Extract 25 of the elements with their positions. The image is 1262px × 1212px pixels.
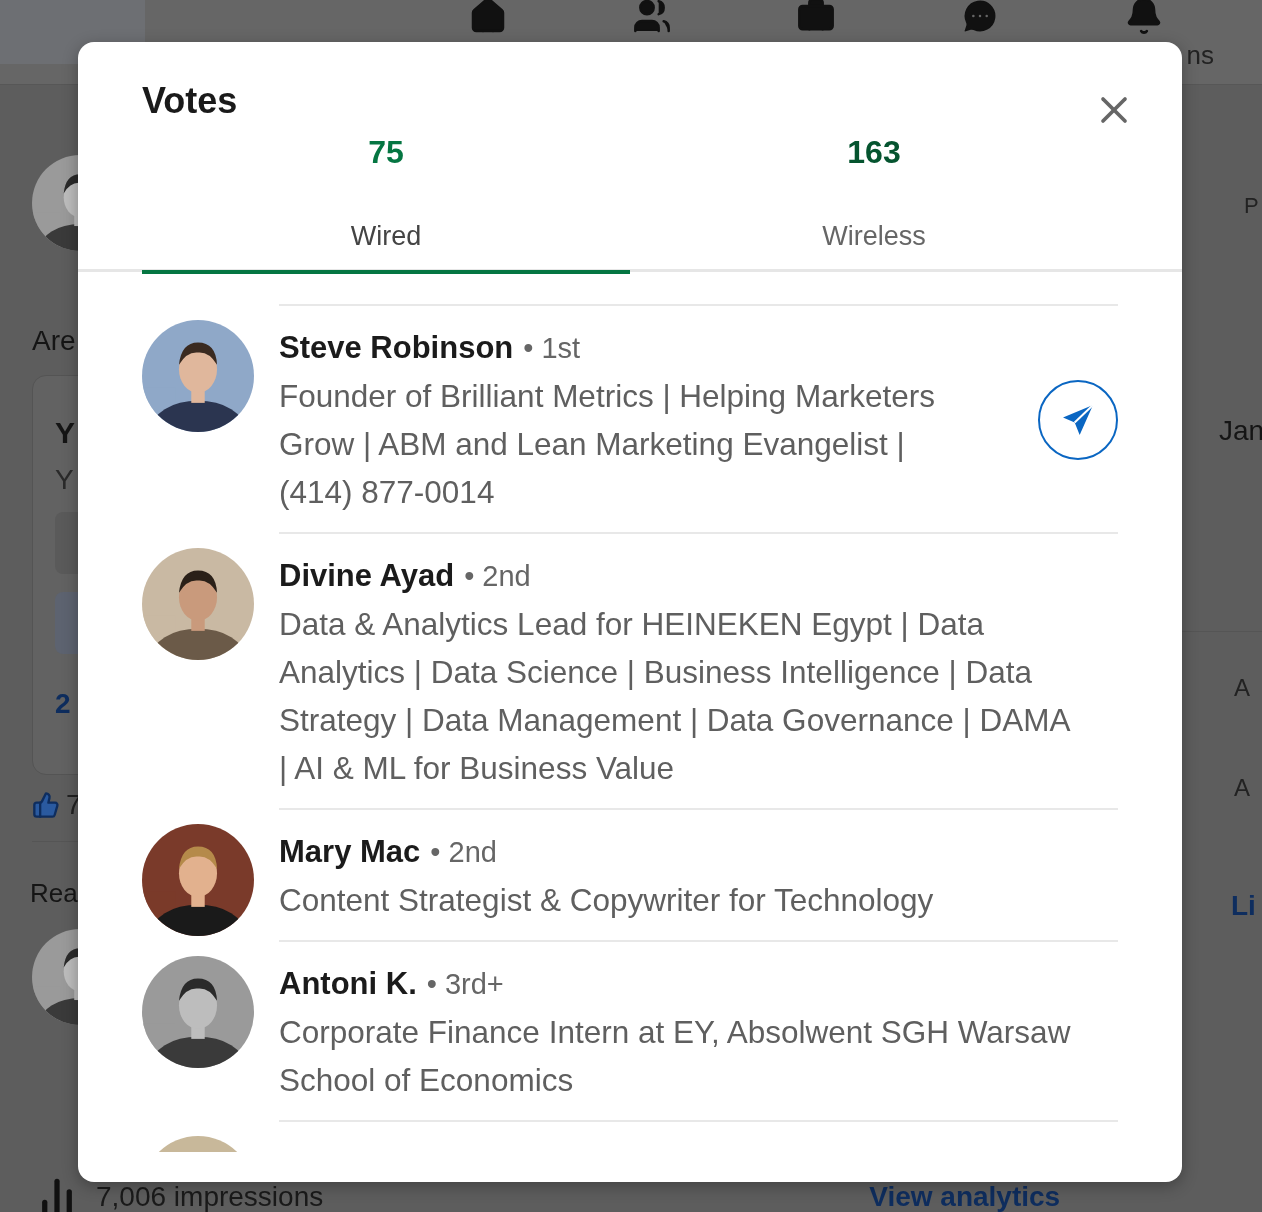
person-headline: Founder of Brilliant Metrics | Helping Marketers Grow | ABM and Lean Marketing Evangelist | (414) 877-0014 — [279, 377, 936, 512]
card-title: Y — [55, 416, 76, 450]
side-text: P — [1244, 193, 1260, 219]
person-headline: Content Strategist & Copywriter for Technology — [279, 881, 935, 920]
connection-degree: • 3rd+ — [426, 967, 504, 1002]
side-text: A — [1234, 674, 1251, 702]
tab[interactable]: 163 Wireless — [630, 134, 1118, 274]
person-name[interactable]: Antoni K. — [279, 960, 417, 1008]
side-text: A — [1234, 774, 1251, 802]
person-name[interactable]: Mary Mac — [279, 828, 421, 876]
person-headline: Data & Analytics Lead for HEINEKEN Egypt | Data Analytics | Data Science | Business Intelligence | Data Strategy | Data Management | Data Governance | DAMA | AI & ML for Business Value — [279, 605, 1071, 788]
side-text: Jan — [1219, 415, 1262, 447]
person-headline: Corporate Finance Intern at EY, Absolwent SGH Warsaw School of Economics — [279, 1013, 1072, 1100]
connection-degree: • 2nd — [464, 559, 531, 594]
thumbs-up-icon — [32, 791, 60, 819]
tab[interactable]: 75 Wired — [142, 134, 630, 274]
section-heading: Rea — [30, 878, 79, 909]
section-heading: Are — [32, 325, 77, 357]
connection-degree: • 2nd — [430, 835, 497, 870]
person-name[interactable]: Divine Ayad — [279, 552, 455, 600]
dialog-title: Votes — [142, 80, 238, 122]
person-name[interactable]: Steve Robinson — [279, 324, 514, 372]
impressions-text: 7,006 impressions — [96, 1181, 324, 1212]
connection-degree: • 1st — [523, 331, 581, 366]
card-text: Y — [55, 464, 75, 496]
